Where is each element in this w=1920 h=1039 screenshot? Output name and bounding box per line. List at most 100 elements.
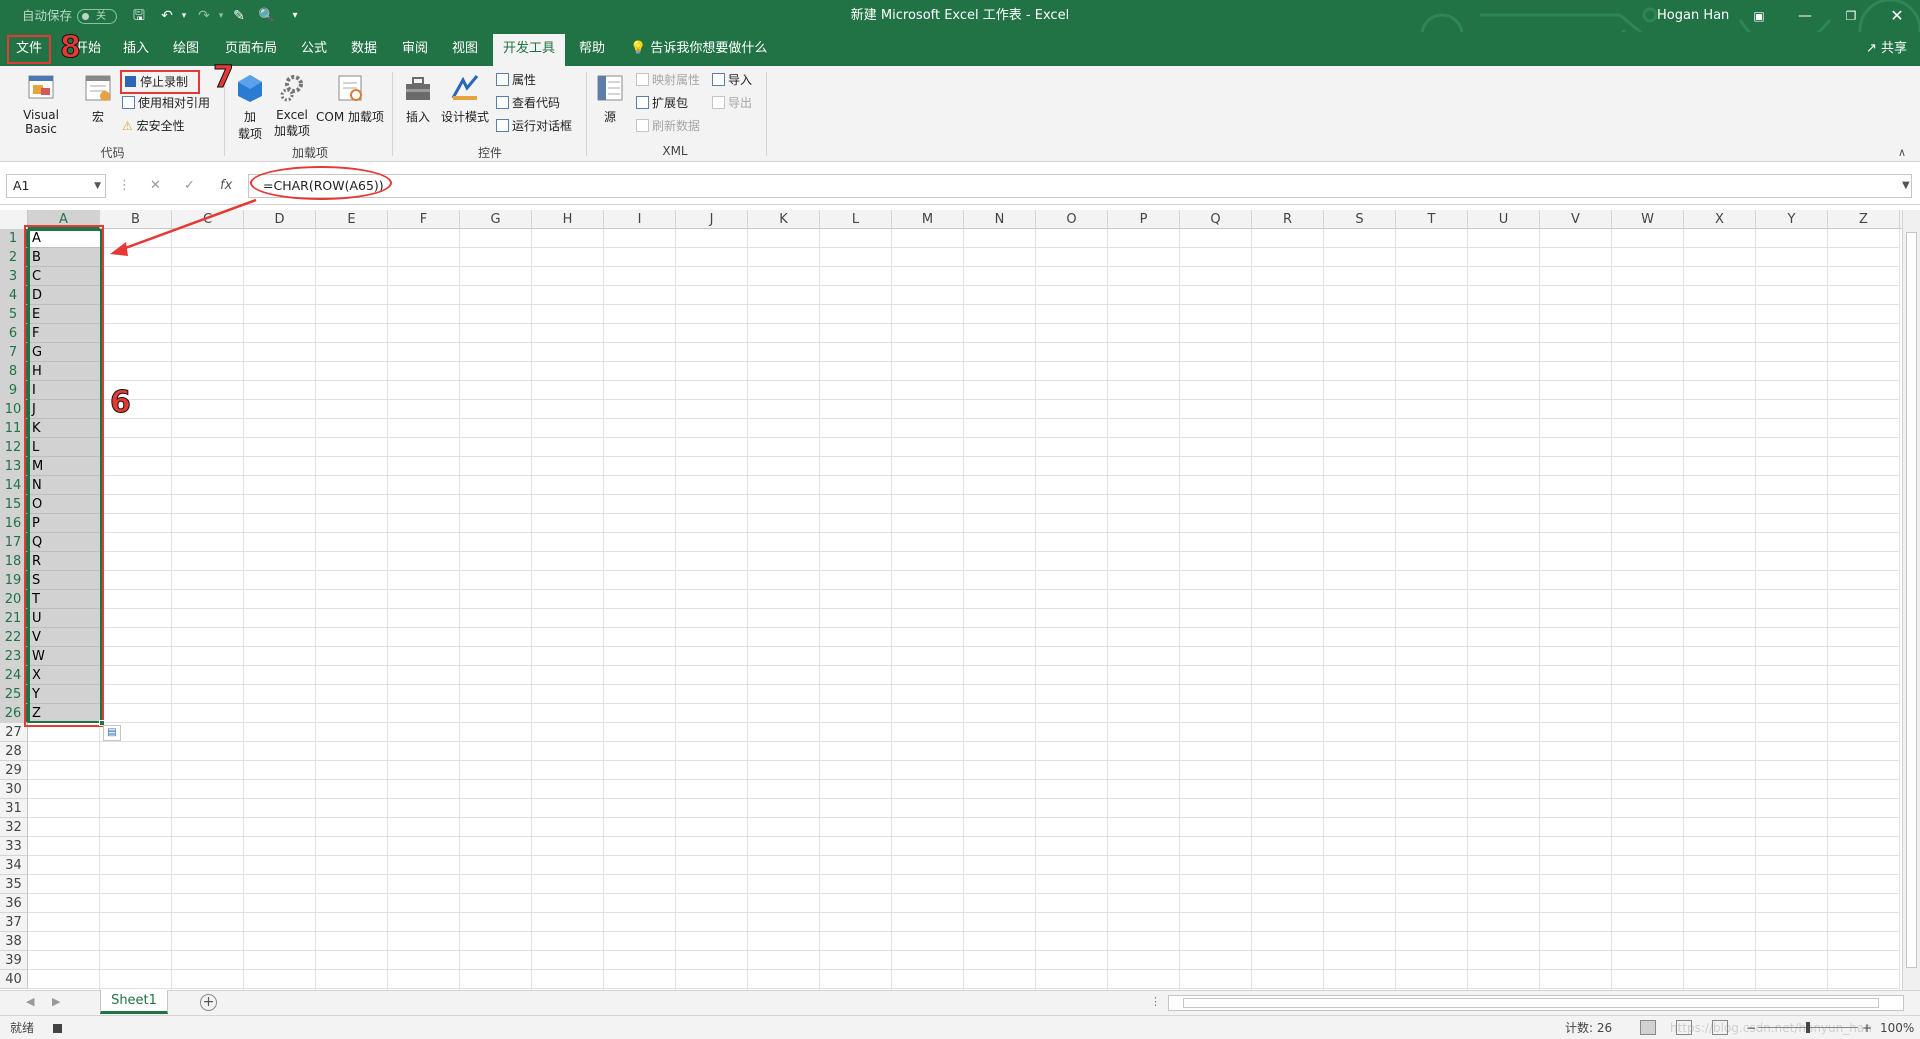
refresh-data-button[interactable]: 刷新数据	[636, 116, 700, 136]
row-header[interactable]: 23	[0, 647, 28, 666]
enter-icon[interactable]: ✓	[184, 174, 195, 198]
table-cell[interactable]: G	[28, 343, 101, 362]
row-header[interactable]: 25	[0, 685, 28, 704]
row-header[interactable]: 9	[0, 381, 28, 400]
table-cell[interactable]: X	[28, 666, 101, 685]
row-header[interactable]: 27	[0, 723, 28, 742]
row-header[interactable]: 20	[0, 590, 28, 609]
table-cell[interactable]: F	[28, 324, 101, 343]
table-cell[interactable]: H	[28, 362, 101, 381]
row-header[interactable]: 19	[0, 571, 28, 590]
share-button[interactable]: ↗ 共享	[1866, 32, 1907, 66]
tab-developer[interactable]: 开发工具	[493, 34, 565, 66]
worksheet-grid[interactable]: ABCDEFGHIJKLMNOPQRSTUVWXYZ 1 2 3 4 5 6 7 8 9 10 11…	[0, 210, 1920, 990]
macro-security-button[interactable]: ⚠ 宏安全性	[122, 116, 185, 136]
tab-file[interactable]: 文件	[7, 35, 51, 64]
design-mode-button[interactable]: 设计模式	[440, 72, 490, 125]
chevron-down-icon[interactable]: ▼	[94, 175, 101, 197]
column-header[interactable]: G	[460, 210, 532, 229]
column-header[interactable]: K	[748, 210, 820, 229]
page-break-view-icon[interactable]	[1712, 1020, 1728, 1035]
row-header[interactable]: 7	[0, 343, 28, 362]
row-header[interactable]: 3	[0, 267, 28, 286]
row-header[interactable]: 28	[0, 742, 28, 761]
zoom-level[interactable]: 100%	[1880, 1016, 1914, 1039]
tab-data[interactable]: 数据	[342, 32, 386, 66]
table-cell[interactable]: U	[28, 609, 101, 628]
minimize-icon[interactable]: —	[1782, 0, 1828, 32]
tab-help[interactable]: 帮助	[570, 32, 614, 66]
table-cell[interactable]: N	[28, 476, 101, 495]
table-cell[interactable]: L	[28, 438, 101, 457]
restore-icon[interactable]: ❐	[1828, 0, 1874, 32]
scroll-right-icon[interactable]: ▶	[52, 995, 60, 1008]
table-cell[interactable]: Z	[28, 704, 101, 723]
zoom-slider-thumb[interactable]	[1806, 1022, 1810, 1033]
table-cell[interactable]: J	[28, 400, 101, 419]
row-header[interactable]: 24	[0, 666, 28, 685]
table-cell[interactable]: I	[28, 381, 101, 400]
column-header[interactable]: X	[1684, 210, 1756, 229]
relative-reference-button[interactable]: 使用相对引用	[122, 93, 210, 113]
row-header[interactable]: 6	[0, 324, 28, 343]
table-cell[interactable]: T	[28, 590, 101, 609]
select-all-corner[interactable]	[0, 210, 28, 229]
column-header[interactable]: R	[1252, 210, 1324, 229]
column-header[interactable]: A	[28, 210, 100, 229]
tab-insert[interactable]: 插入	[114, 32, 158, 66]
column-header[interactable]: V	[1540, 210, 1612, 229]
row-header[interactable]: 1	[0, 229, 28, 248]
tab-review[interactable]: 审阅	[393, 32, 437, 66]
row-header[interactable]: 13	[0, 457, 28, 476]
table-cell[interactable]: E	[28, 305, 101, 324]
column-header[interactable]: H	[532, 210, 604, 229]
row-header[interactable]: 21	[0, 609, 28, 628]
tab-formulas[interactable]: 公式	[292, 32, 336, 66]
add-sheet-icon[interactable]: +	[200, 994, 217, 1011]
row-header[interactable]: 5	[0, 305, 28, 324]
close-icon[interactable]: ✕	[1874, 0, 1920, 32]
table-cell[interactable]: C	[28, 267, 101, 286]
vertical-scrollbar[interactable]	[1902, 210, 1920, 990]
column-header[interactable]: L	[820, 210, 892, 229]
tab-view[interactable]: 视图	[443, 32, 487, 66]
row-header[interactable]: 12	[0, 438, 28, 457]
split-handle-icon[interactable]: ⋮	[1150, 995, 1161, 1008]
macro-recording-stop-icon[interactable]	[53, 1024, 62, 1033]
column-header[interactable]: Y	[1756, 210, 1828, 229]
com-addins-button[interactable]: COM 加载项	[314, 72, 386, 125]
column-header[interactable]: Q	[1180, 210, 1252, 229]
column-header[interactable]: Z	[1828, 210, 1900, 229]
row-header[interactable]: 2	[0, 248, 28, 267]
insert-function-button[interactable]: fx	[220, 174, 232, 198]
column-header[interactable]: J	[676, 210, 748, 229]
tell-me-search[interactable]: 💡 告诉我你想要做什么	[630, 32, 767, 66]
row-header[interactable]: 37	[0, 913, 28, 932]
column-header[interactable]: U	[1468, 210, 1540, 229]
row-header[interactable]: 10	[0, 400, 28, 419]
row-header[interactable]: 40	[0, 970, 28, 989]
table-cell[interactable]: P	[28, 514, 101, 533]
quick-analysis-icon[interactable]: ▤	[103, 725, 121, 741]
column-header[interactable]: C	[172, 210, 244, 229]
properties-button[interactable]: 属性	[496, 70, 536, 90]
table-cell[interactable]: B	[28, 248, 101, 267]
table-cell[interactable]: O	[28, 495, 101, 514]
expansion-packs-button[interactable]: 扩展包	[636, 93, 688, 113]
table-cell[interactable]: R	[28, 552, 101, 571]
column-header[interactable]: M	[892, 210, 964, 229]
row-header[interactable]: 8	[0, 362, 28, 381]
run-dialog-button[interactable]: 运行对话框	[496, 116, 572, 136]
macros-button[interactable]: 宏	[80, 72, 116, 125]
table-cell[interactable]: Q	[28, 533, 101, 552]
row-header[interactable]: 17	[0, 533, 28, 552]
sheet-tab-sheet1[interactable]: Sheet1	[100, 990, 168, 1014]
row-header[interactable]: 18	[0, 552, 28, 571]
ribbon-display-icon[interactable]: ▣	[1736, 0, 1782, 32]
row-header[interactable]: 38	[0, 932, 28, 951]
cancel-icon[interactable]: ✕	[150, 174, 161, 198]
vertical-scroll-thumb[interactable]	[1906, 232, 1917, 968]
column-header[interactable]: O	[1036, 210, 1108, 229]
insert-control-button[interactable]: 插入	[400, 72, 436, 125]
row-header[interactable]: 14	[0, 476, 28, 495]
